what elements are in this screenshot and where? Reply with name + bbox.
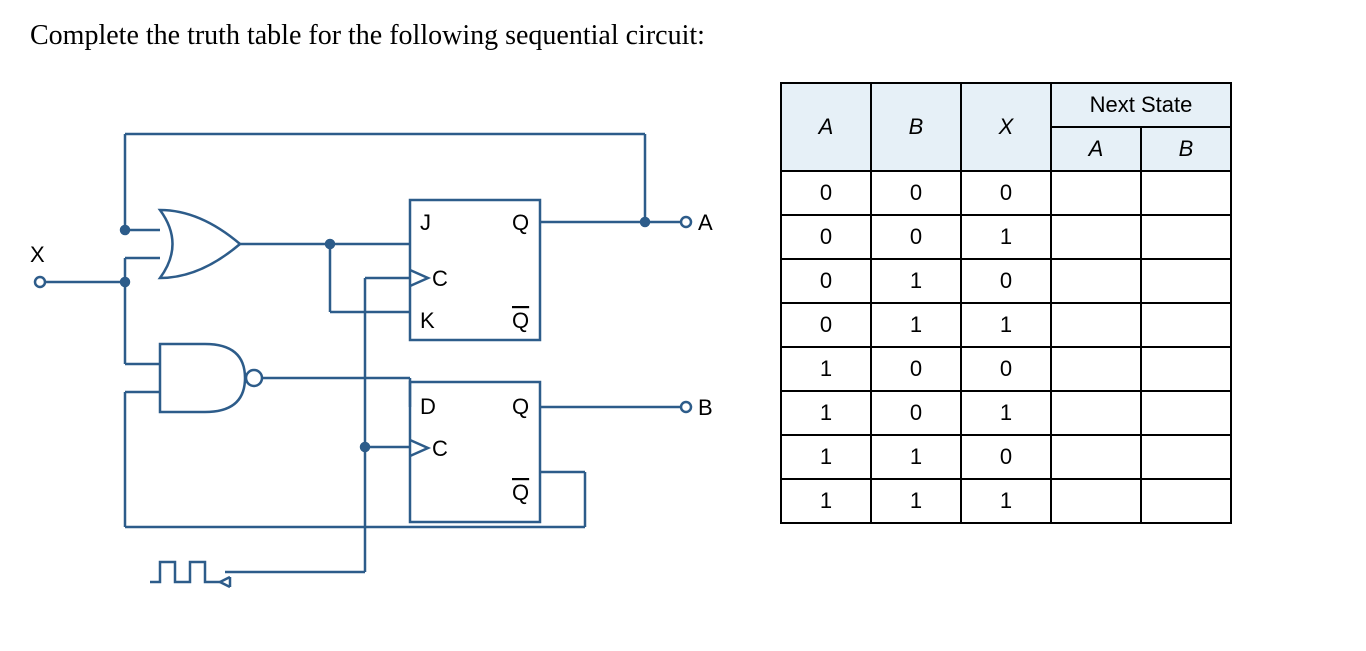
jk-q-label: Q	[512, 210, 529, 235]
jk-j-label: J	[420, 210, 431, 235]
col-header-next-a: A	[1051, 127, 1141, 171]
table-cell-na	[1051, 303, 1141, 347]
table-row: 010	[781, 259, 1231, 303]
output-a-label: A	[698, 210, 713, 235]
table-cell-nb	[1141, 171, 1231, 215]
table-cell-na	[1051, 215, 1141, 259]
table-cell-a: 0	[781, 171, 871, 215]
d-c-label: C	[432, 436, 448, 461]
table-cell-b: 1	[871, 479, 961, 523]
col-header-next-state: Next State	[1051, 83, 1231, 127]
circuit-diagram: X A B J Q C K Q D Q C Q	[30, 82, 750, 612]
jk-k-label: K	[420, 308, 435, 333]
table-cell-nb	[1141, 479, 1231, 523]
table-cell-b: 0	[871, 347, 961, 391]
table-cell-b: 1	[871, 303, 961, 347]
table-row: 100	[781, 347, 1231, 391]
question-prompt: Complete the truth table for the followi…	[30, 20, 1336, 52]
table-cell-a: 0	[781, 215, 871, 259]
table-row: 111	[781, 479, 1231, 523]
jk-qbar-label: Q	[512, 308, 529, 333]
table-cell-x: 0	[961, 171, 1051, 215]
table-cell-b: 0	[871, 215, 961, 259]
table-cell-na	[1051, 435, 1141, 479]
table-cell-nb	[1141, 435, 1231, 479]
table-cell-na	[1051, 171, 1141, 215]
table-cell-nb	[1141, 391, 1231, 435]
content-row: X A B J Q C K Q D Q C Q A B	[30, 82, 1336, 612]
d-q-label: Q	[512, 394, 529, 419]
table-cell-x: 1	[961, 303, 1051, 347]
table-cell-na	[1051, 347, 1141, 391]
table-row: 000	[781, 171, 1231, 215]
table-cell-x: 0	[961, 259, 1051, 303]
jk-c-label: C	[432, 266, 448, 291]
table-cell-x: 1	[961, 215, 1051, 259]
table-cell-a: 1	[781, 479, 871, 523]
table-cell-nb	[1141, 259, 1231, 303]
table-cell-x: 0	[961, 435, 1051, 479]
table-cell-a: 1	[781, 347, 871, 391]
table-cell-b: 1	[871, 259, 961, 303]
table-cell-x: 0	[961, 347, 1051, 391]
table-row: 101	[781, 391, 1231, 435]
table-row: 110	[781, 435, 1231, 479]
table-cell-b: 0	[871, 171, 961, 215]
table-cell-a: 1	[781, 391, 871, 435]
truth-table: A B X Next State A B 0000010100111001011…	[780, 82, 1232, 524]
col-header-x: X	[961, 83, 1051, 171]
table-cell-na	[1051, 479, 1141, 523]
table-row: 001	[781, 215, 1231, 259]
table-cell-nb	[1141, 347, 1231, 391]
table-cell-x: 1	[961, 391, 1051, 435]
output-b-label: B	[698, 395, 713, 420]
table-cell-na	[1051, 391, 1141, 435]
table-cell-nb	[1141, 303, 1231, 347]
d-d-label: D	[420, 394, 436, 419]
col-header-b: B	[871, 83, 961, 171]
d-qbar-label: Q	[512, 480, 529, 505]
table-cell-a: 0	[781, 259, 871, 303]
table-cell-a: 1	[781, 435, 871, 479]
col-header-next-b: B	[1141, 127, 1231, 171]
table-cell-nb	[1141, 215, 1231, 259]
table-cell-b: 1	[871, 435, 961, 479]
input-x-label: X	[30, 242, 45, 267]
table-cell-a: 0	[781, 303, 871, 347]
table-cell-na	[1051, 259, 1141, 303]
table-row: 011	[781, 303, 1231, 347]
truth-table-body: 000001010011100101110111	[781, 171, 1231, 523]
table-cell-x: 1	[961, 479, 1051, 523]
col-header-a: A	[781, 83, 871, 171]
table-cell-b: 0	[871, 391, 961, 435]
